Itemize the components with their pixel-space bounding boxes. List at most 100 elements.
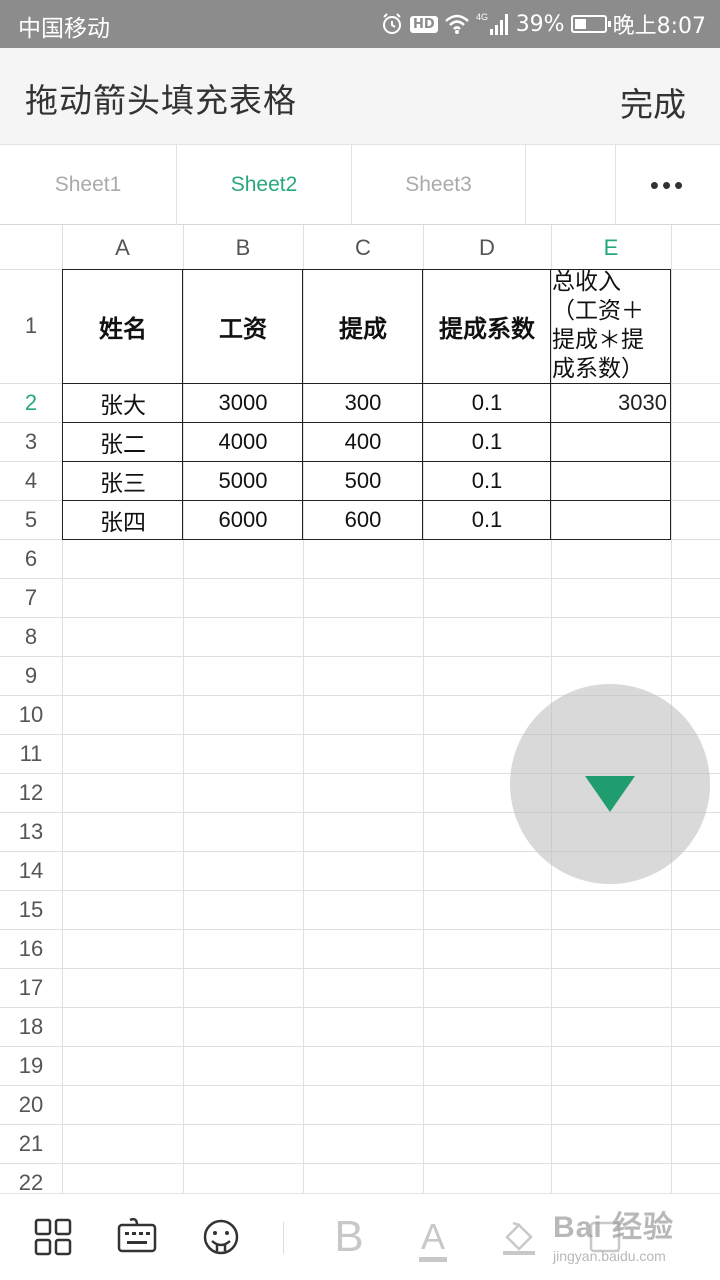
cell-c3[interactable]: 400 <box>303 422 423 461</box>
row-header-22[interactable]: 22 <box>0 1163 62 1193</box>
watermark: Bai 经验 jingyan.baidu.com <box>553 1202 703 1272</box>
keyboard-button[interactable] <box>112 1212 162 1262</box>
signal-icon: 4G <box>476 12 508 35</box>
hd-icon: HD <box>410 15 438 33</box>
table-border <box>182 269 183 540</box>
table-border <box>62 500 671 501</box>
row-header-1[interactable]: 1 <box>0 269 62 383</box>
cell-b5[interactable]: 6000 <box>183 500 303 539</box>
done-button[interactable]: 完成 <box>620 78 686 126</box>
tab-empty <box>526 145 616 225</box>
tab-sheet2[interactable]: Sheet2 <box>177 145 352 225</box>
emoji-button[interactable] <box>196 1212 246 1262</box>
row-header-8[interactable]: 8 <box>0 617 62 656</box>
row-header-7[interactable]: 7 <box>0 578 62 617</box>
row-header-13[interactable]: 13 <box>0 812 62 851</box>
row-header-6[interactable]: 6 <box>0 539 62 578</box>
row-header-5[interactable]: 5 <box>0 500 62 539</box>
sheet-tabs: Sheet1 Sheet2 Sheet3 ••• <box>0 144 720 225</box>
table-border <box>302 269 303 540</box>
cell-a4[interactable]: 张三 <box>63 461 183 500</box>
cell-e1-line: 提成＊提 <box>552 327 644 353</box>
grid-line <box>0 617 720 618</box>
row-header-14[interactable]: 14 <box>0 851 62 890</box>
watermark-sub: jingyan.baidu.com <box>553 1248 666 1264</box>
grid-line <box>0 1124 720 1125</box>
row-header-20[interactable]: 20 <box>0 1085 62 1124</box>
arrow-down-icon[interactable] <box>585 776 635 812</box>
cell-b2[interactable]: 3000 <box>183 383 303 422</box>
grid-line <box>0 929 720 930</box>
page-title: 拖动箭头填充表格 <box>25 81 297 120</box>
column-header-d[interactable]: D <box>423 235 551 261</box>
alarm-icon <box>383 13 402 34</box>
row-header-15[interactable]: 15 <box>0 890 62 929</box>
table-border <box>550 269 551 540</box>
tab-sheet1[interactable]: Sheet1 <box>0 145 177 225</box>
cell-d4[interactable]: 0.1 <box>423 461 551 500</box>
table-border <box>422 269 423 540</box>
cell-e1-line: 成系数） <box>552 356 644 382</box>
table-border <box>670 269 671 540</box>
bold-button[interactable]: B <box>324 1212 374 1262</box>
font-color-label: A <box>420 1216 445 1257</box>
cell-c5[interactable]: 600 <box>303 500 423 539</box>
column-header-b[interactable]: B <box>183 235 303 261</box>
row-header-18[interactable]: 18 <box>0 1007 62 1046</box>
grid-line <box>0 1046 720 1047</box>
spreadsheet-grid[interactable]: A B C D E 1 2 3 4 5 6 7 8 9 10 11 12 13 14 15 16 17 18 19 2… <box>0 225 720 1193</box>
font-color-icon: A <box>418 1216 447 1262</box>
row-header-21[interactable]: 21 <box>0 1124 62 1163</box>
grid-line <box>0 1085 720 1086</box>
title-bar: 拖动箭头填充表格 完成 <box>0 48 720 144</box>
table-border <box>62 422 671 423</box>
tab-sheet3[interactable]: Sheet3 <box>352 145 526 225</box>
row-header-11[interactable]: 11 <box>0 734 62 773</box>
cell-d3[interactable]: 0.1 <box>423 422 551 461</box>
table-border <box>62 269 671 270</box>
fill-color-button[interactable] <box>494 1212 544 1262</box>
cell-c1[interactable]: 提成 <box>303 269 423 383</box>
font-color-button[interactable]: A <box>408 1212 458 1262</box>
row-header-2[interactable]: 2 <box>0 383 62 422</box>
fill-handle[interactable] <box>510 684 710 884</box>
cell-c2[interactable]: 300 <box>303 383 423 422</box>
cell-a3[interactable]: 张二 <box>63 422 183 461</box>
cell-b4[interactable]: 5000 <box>183 461 303 500</box>
layout-grid-button[interactable] <box>28 1212 78 1262</box>
grid-line <box>0 656 720 657</box>
row-header-4[interactable]: 4 <box>0 461 62 500</box>
cell-e1[interactable]: 总收入 （工资＋ 提成＊提 成系数） <box>552 268 670 384</box>
column-header-a[interactable]: A <box>62 235 183 261</box>
cell-c4[interactable]: 500 <box>303 461 423 500</box>
column-header-e[interactable]: E <box>551 235 671 261</box>
row-header-12[interactable]: 12 <box>0 773 62 812</box>
cell-a2[interactable]: 张大 <box>63 383 183 422</box>
row-header-10[interactable]: 10 <box>0 695 62 734</box>
table-border <box>62 539 671 540</box>
cell-d2[interactable]: 0.1 <box>423 383 551 422</box>
grid-line <box>0 1163 720 1164</box>
cell-d1[interactable]: 提成系数 <box>423 269 551 383</box>
column-header-c[interactable]: C <box>303 235 423 261</box>
more-tabs-button[interactable]: ••• <box>616 145 720 225</box>
cell-e2[interactable]: 3030 <box>551 383 669 422</box>
row-header-17[interactable]: 17 <box>0 968 62 1007</box>
battery-percent: 39% <box>515 11 565 37</box>
wifi-icon <box>444 14 469 34</box>
carrier-name: 中国移动 <box>18 16 110 42</box>
table-border <box>62 269 63 540</box>
cell-b1[interactable]: 工资 <box>183 269 303 383</box>
row-header-16[interactable]: 16 <box>0 929 62 968</box>
row-header-19[interactable]: 19 <box>0 1046 62 1085</box>
battery-icon <box>570 15 611 33</box>
cell-b3[interactable]: 4000 <box>183 422 303 461</box>
row-header-3[interactable]: 3 <box>0 422 62 461</box>
cell-d5[interactable]: 0.1 <box>423 500 551 539</box>
cell-a1[interactable]: 姓名 <box>63 269 183 383</box>
watermark-text: Bai 经验 <box>553 1211 675 1244</box>
row-header-9[interactable]: 9 <box>0 656 62 695</box>
bold-icon: B <box>334 1212 364 1261</box>
fill-color-icon <box>503 1221 535 1255</box>
cell-a5[interactable]: 张四 <box>63 500 183 539</box>
